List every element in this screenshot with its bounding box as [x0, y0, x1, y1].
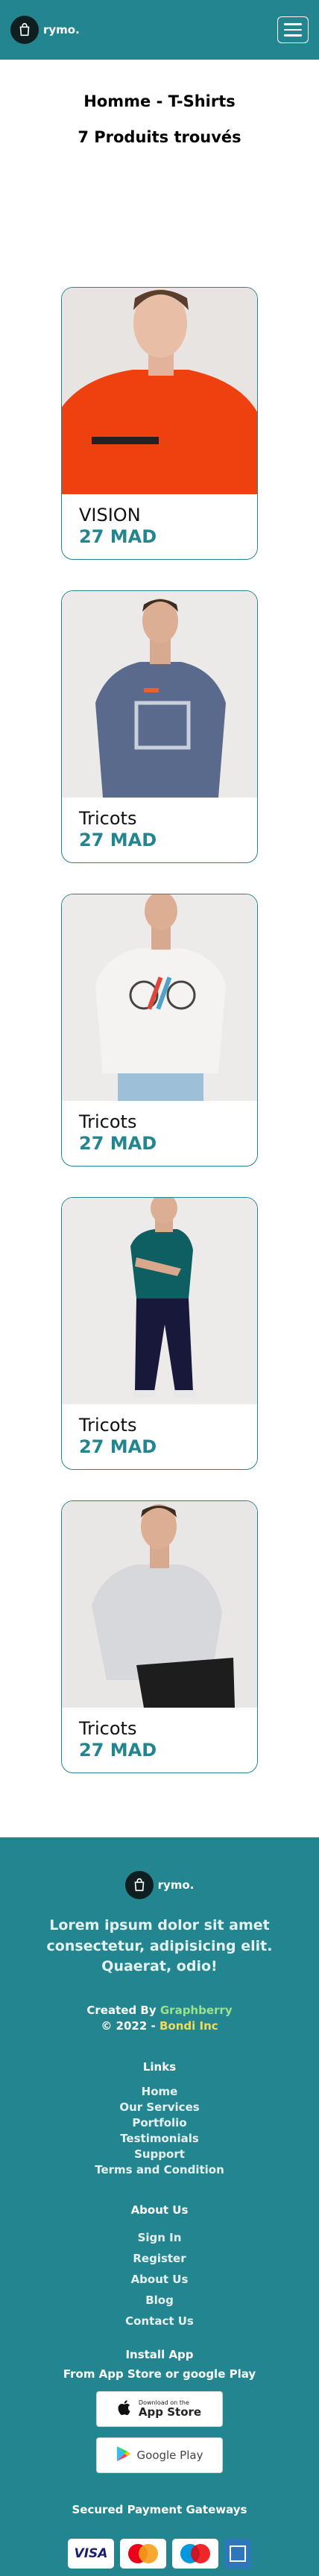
- copyright-link[interactable]: Bondi Inc: [160, 2019, 218, 2033]
- footer-about-links: Sign In Register About Us Blog Contact U…: [0, 2227, 319, 2332]
- product-image: [62, 894, 257, 1101]
- product-card[interactable]: Tricots 27 MAD: [61, 1500, 258, 1773]
- google-play-icon: [116, 2446, 131, 2465]
- footer-link-blog[interactable]: Blog: [0, 2290, 319, 2311]
- shopping-bag-icon: [124, 1871, 154, 1899]
- footer-credits: Created By Graphberry © 2022 - Bondi Inc: [0, 2003, 319, 2036]
- app-store-button[interactable]: Download on the App Store: [96, 2391, 223, 2428]
- google-play-button[interactable]: Google Play: [96, 2437, 223, 2474]
- mastercard-icon: [120, 2539, 166, 2569]
- google-play-text: Google Play: [136, 2449, 203, 2463]
- product-image: [62, 288, 257, 494]
- about-title: About Us: [130, 2203, 189, 2217]
- copyright-text: © 2022 -: [101, 2019, 156, 2033]
- product-price: 27 MAD: [79, 1436, 157, 1457]
- visa-icon: VISA: [68, 2539, 114, 2569]
- created-by-link[interactable]: Graphberry: [160, 2004, 233, 2017]
- payment-logos: VISA: [0, 2539, 319, 2569]
- amex-icon: [224, 2539, 251, 2569]
- footer-link-contact[interactable]: Contact Us: [0, 2311, 319, 2332]
- product-image: [62, 1198, 257, 1404]
- product-name: VISION: [79, 505, 141, 525]
- apple-icon: [118, 2399, 133, 2419]
- footer-link-home[interactable]: Home: [0, 2084, 319, 2100]
- footer-link-portfolio[interactable]: Portfolio: [0, 2115, 319, 2131]
- brand-name: rymo.: [43, 23, 80, 37]
- shopping-bag-icon: [10, 16, 39, 44]
- footer-tagline: Lorem ipsum dolor sit amet consectetur, …: [46, 1917, 273, 1975]
- footer-link-terms[interactable]: Terms and Condition: [0, 2162, 319, 2178]
- links-title: Links: [142, 2060, 177, 2074]
- maestro-icon: [172, 2539, 218, 2569]
- hamburger-icon: [284, 23, 302, 25]
- top-navbar: rymo.: [0, 0, 319, 60]
- created-by-label: Created By: [86, 2003, 157, 2017]
- hamburger-menu-button[interactable]: [277, 16, 309, 43]
- product-grid: VISION 27 MAD Tricots 27 MAD Tricots 27 …: [0, 287, 319, 1773]
- product-card[interactable]: Tricots 27 MAD: [61, 590, 258, 863]
- product-name: Tricots: [79, 1415, 137, 1436]
- footer-link-services[interactable]: Our Services: [0, 2100, 319, 2115]
- product-price: 27 MAD: [79, 829, 157, 850]
- product-card[interactable]: Tricots 27 MAD: [61, 1197, 258, 1470]
- product-price: 27 MAD: [79, 1132, 157, 1154]
- product-image: [62, 1501, 257, 1708]
- footer-brand-name: rymo.: [157, 1878, 195, 1892]
- page-title: Homme - T-Shirts: [83, 92, 236, 110]
- footer-link-testimonials[interactable]: Testimonials: [0, 2131, 319, 2147]
- brand-link[interactable]: rymo.: [10, 16, 80, 44]
- footer-links: Home Our Services Portfolio Testimonials…: [0, 2084, 319, 2178]
- footer-link-about[interactable]: About Us: [0, 2269, 319, 2290]
- install-subtitle: From App Store or google Play: [63, 2367, 256, 2381]
- product-card[interactable]: Tricots 27 MAD: [61, 894, 258, 1167]
- footer-link-signin[interactable]: Sign In: [0, 2227, 319, 2248]
- app-store-text: App Store: [138, 2405, 202, 2419]
- product-name: Tricots: [79, 1718, 137, 1739]
- footer-brand[interactable]: rymo.: [124, 1871, 195, 1899]
- product-price: 27 MAD: [79, 525, 157, 547]
- results-count: 7 Produits trouvés: [78, 128, 241, 146]
- install-title: Install App: [125, 2348, 194, 2362]
- product-image: [62, 591, 257, 798]
- product-name: Tricots: [79, 808, 137, 829]
- product-name: Tricots: [79, 1111, 137, 1132]
- listing-heading: Homme - T-Shirts 7 Produits trouvés: [0, 60, 319, 287]
- product-price: 27 MAD: [79, 1739, 157, 1761]
- product-card[interactable]: VISION 27 MAD: [61, 287, 258, 560]
- footer-link-register[interactable]: Register: [0, 2248, 319, 2269]
- payments-title: Secured Payment Gateways: [72, 2503, 247, 2517]
- footer-link-support[interactable]: Support: [0, 2147, 319, 2162]
- site-footer: rymo. Lorem ipsum dolor sit amet consect…: [0, 1837, 319, 2576]
